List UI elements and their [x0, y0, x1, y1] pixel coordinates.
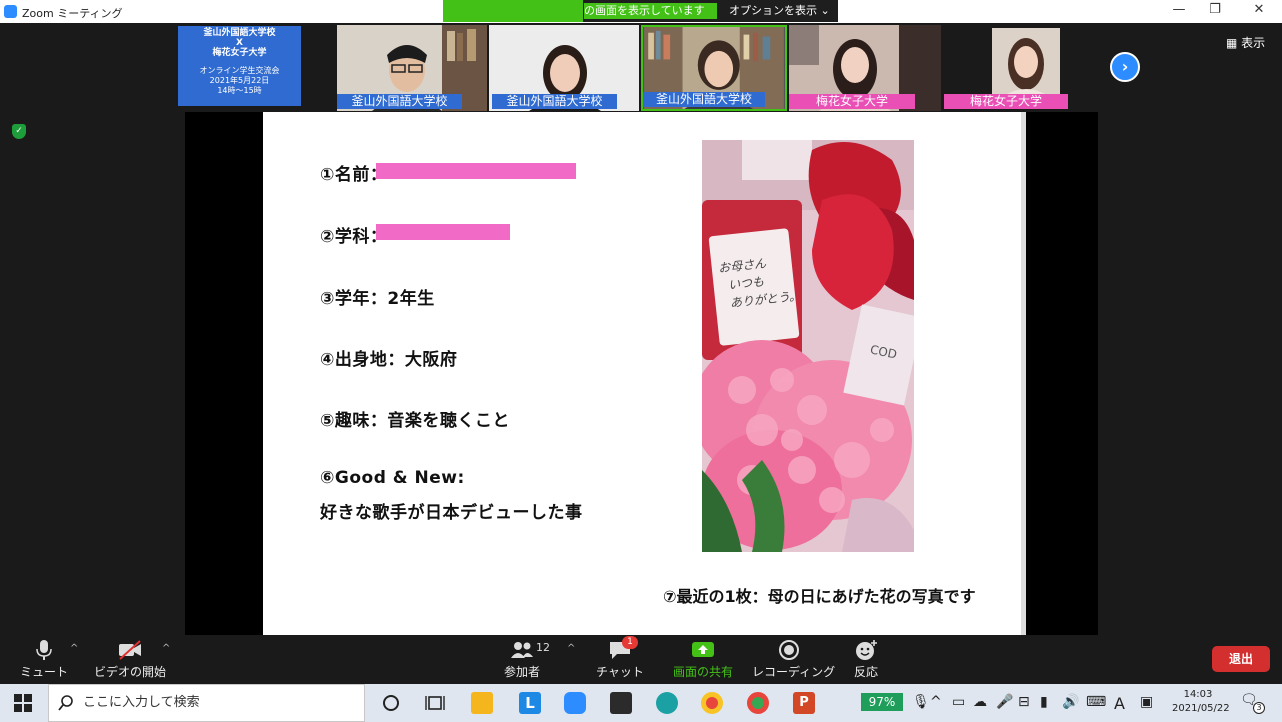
maximize-icon[interactable]: ❐: [1200, 2, 1230, 20]
start-video-button[interactable]: ビデオの開始: [92, 635, 168, 683]
cloud-icon[interactable]: ☁: [973, 694, 987, 710]
clock-time: 14:03: [1183, 689, 1213, 700]
sharing-indicator: [443, 0, 583, 22]
chevron-up-icon[interactable]: ^: [930, 694, 942, 710]
chevron-right-icon: ›: [1121, 57, 1129, 76]
reactions-button[interactable]: 反応: [844, 635, 888, 683]
encryption-shield-icon[interactable]: ✓: [12, 124, 26, 139]
minimize-icon[interactable]: —: [1164, 2, 1194, 20]
meeting-toolbar: ミュート ^ ビデオの開始 ^ 参加者 12 ^ チャット 1 画面の共有 レコ…: [0, 635, 1282, 683]
volume-icon[interactable]: 🔊: [1062, 694, 1079, 710]
participant-name: 釜山外国語大学校: [337, 94, 462, 109]
participant-tile[interactable]: 梅花女子大学: [789, 25, 941, 111]
reactions-label: 反応: [853, 665, 878, 679]
window-title: Zoom ミーティング: [22, 7, 123, 20]
participant-tile-active-speaker[interactable]: 釜山外国語大学校: [641, 25, 787, 111]
search-icon: [58, 695, 73, 711]
keyboard-icon[interactable]: ⌨: [1086, 694, 1106, 710]
shared-slide: ①名前： ②学科： ③学年：2年生 ④出身地：大阪府 ⑤趣味：音楽を聴くこと ⑥…: [263, 112, 1026, 635]
view-options-button[interactable]: オプションを表示 ⌄: [729, 2, 830, 20]
zoom-app-icon: [4, 5, 17, 18]
ime-mode-indicator[interactable]: A: [1114, 694, 1125, 713]
powerpoint-icon[interactable]: P: [793, 692, 815, 714]
share-screen-button[interactable]: 画面の共有: [670, 635, 736, 683]
slide-line-good-new: ⑥Good & New:: [320, 468, 465, 488]
chrome-icon[interactable]: [701, 692, 723, 714]
participant-name: 梅花女子大学: [789, 94, 915, 109]
battery-indicator[interactable]: 97%: [861, 693, 903, 711]
participant-name: 梅花女子大学: [944, 94, 1068, 109]
video-options-chevron-icon[interactable]: ^: [162, 643, 170, 654]
chat-label: チャット: [596, 665, 644, 679]
view-button[interactable]: ▦ 表示: [1226, 34, 1265, 51]
close-icon[interactable]: ✕: [1244, 2, 1274, 20]
microphone-icon: [36, 640, 52, 660]
info-line: 釜山外国語大学校: [203, 28, 276, 38]
participants-label: 参加者: [503, 665, 540, 679]
windows-start-icon[interactable]: [14, 694, 32, 712]
flower-photo: お母さん いつも ありがとう。 COD: [702, 140, 914, 552]
video-label: ビデオの開始: [93, 665, 166, 679]
info-line: 2021年5月22日: [209, 76, 270, 85]
task-view-circle-icon[interactable]: [381, 693, 401, 713]
info-line: オンライン学生交流会: [199, 66, 280, 75]
task-view-icon[interactable]: [425, 693, 445, 713]
participant-name: 釜山外国語大学校: [492, 94, 617, 109]
slide-line-year: ③学年：2年生: [320, 289, 435, 309]
share-screen-icon: [692, 642, 714, 657]
info-tile: 釜山外国語大学校 X 梅花女子大学 オンライン学生交流会 2021年5月22日 …: [178, 26, 301, 106]
participant-tile[interactable]: 釜山外国語大学校: [489, 25, 639, 111]
info-line: X: [236, 38, 243, 48]
taskbar-clock[interactable]: 14:03 2021/05/22: [1172, 688, 1230, 716]
participants-icon: [511, 642, 533, 658]
info-line: 梅花女子大学: [212, 48, 267, 58]
slide-edge: [1021, 112, 1026, 635]
microphone-tray-icon[interactable]: 🎤: [996, 694, 1013, 710]
clock-date: 2021/05/22: [1172, 703, 1230, 714]
record-label: レコーディング: [752, 665, 836, 679]
slide-line-hobby: ⑤趣味：音楽を聴くこと: [320, 411, 510, 431]
mute-label: ミュート: [19, 665, 68, 679]
chrome-icon-2[interactable]: [747, 692, 769, 714]
participants-options-chevron-icon[interactable]: ^: [567, 643, 575, 654]
share-status-bar: の画面を表示しています オプションを表示 ⌄: [443, 0, 838, 22]
network-icon[interactable]: ⊟: [1018, 694, 1030, 710]
camera-tray-icon[interactable]: ▭: [952, 694, 965, 710]
slide-line-home: ④出身地：大阪府: [320, 350, 458, 370]
participant-name: 釜山外国語大学校: [643, 92, 765, 107]
mute-button[interactable]: ミュート: [18, 635, 70, 683]
participant-tile[interactable]: 梅花女子大学: [944, 25, 1104, 111]
mute-options-chevron-icon[interactable]: ^: [70, 643, 78, 654]
slide-line-good-new-detail: 好きな歌手が日本デビューした事: [320, 503, 583, 523]
redaction-bar: [376, 224, 510, 240]
edge-icon[interactable]: [656, 692, 678, 714]
ime-icon[interactable]: ▣: [1140, 694, 1153, 710]
chevron-down-icon: ⌄: [820, 4, 830, 17]
next-page-button[interactable]: ›: [1110, 52, 1140, 82]
record-button[interactable]: レコーディング: [752, 635, 836, 683]
grid-icon: ▦: [1226, 36, 1238, 50]
taskbar-search-input[interactable]: ここに入力して検索: [48, 684, 365, 722]
chat-unread-badge: 1: [622, 636, 638, 649]
record-icon: [779, 640, 799, 660]
store-icon[interactable]: [610, 692, 632, 714]
sharing-message: の画面を表示しています: [584, 3, 717, 19]
info-line: 14時〜15時: [217, 86, 262, 95]
slide-caption: ⑦最近の1枚：母の日にあげた花の写真です: [663, 587, 976, 606]
participant-video: [992, 28, 1060, 100]
zoom-taskbar-icon[interactable]: [564, 692, 586, 714]
participant-count: 12: [536, 641, 550, 654]
video-off-icon: [119, 640, 141, 660]
battery-tray-icon[interactable]: ▮: [1040, 694, 1048, 710]
participant-tile[interactable]: 釜山外国語大学校: [337, 25, 487, 111]
leave-meeting-button[interactable]: 退出: [1212, 646, 1270, 672]
share-label: 画面の共有: [672, 665, 733, 679]
l-app-icon[interactable]: L: [519, 692, 541, 714]
smiley-icon: [856, 640, 877, 660]
mic-tray-icon[interactable]: 🎙: [912, 694, 930, 710]
notification-count-badge: 3: [1253, 702, 1265, 714]
redaction-bar: [376, 163, 576, 179]
file-explorer-icon[interactable]: [471, 692, 493, 714]
